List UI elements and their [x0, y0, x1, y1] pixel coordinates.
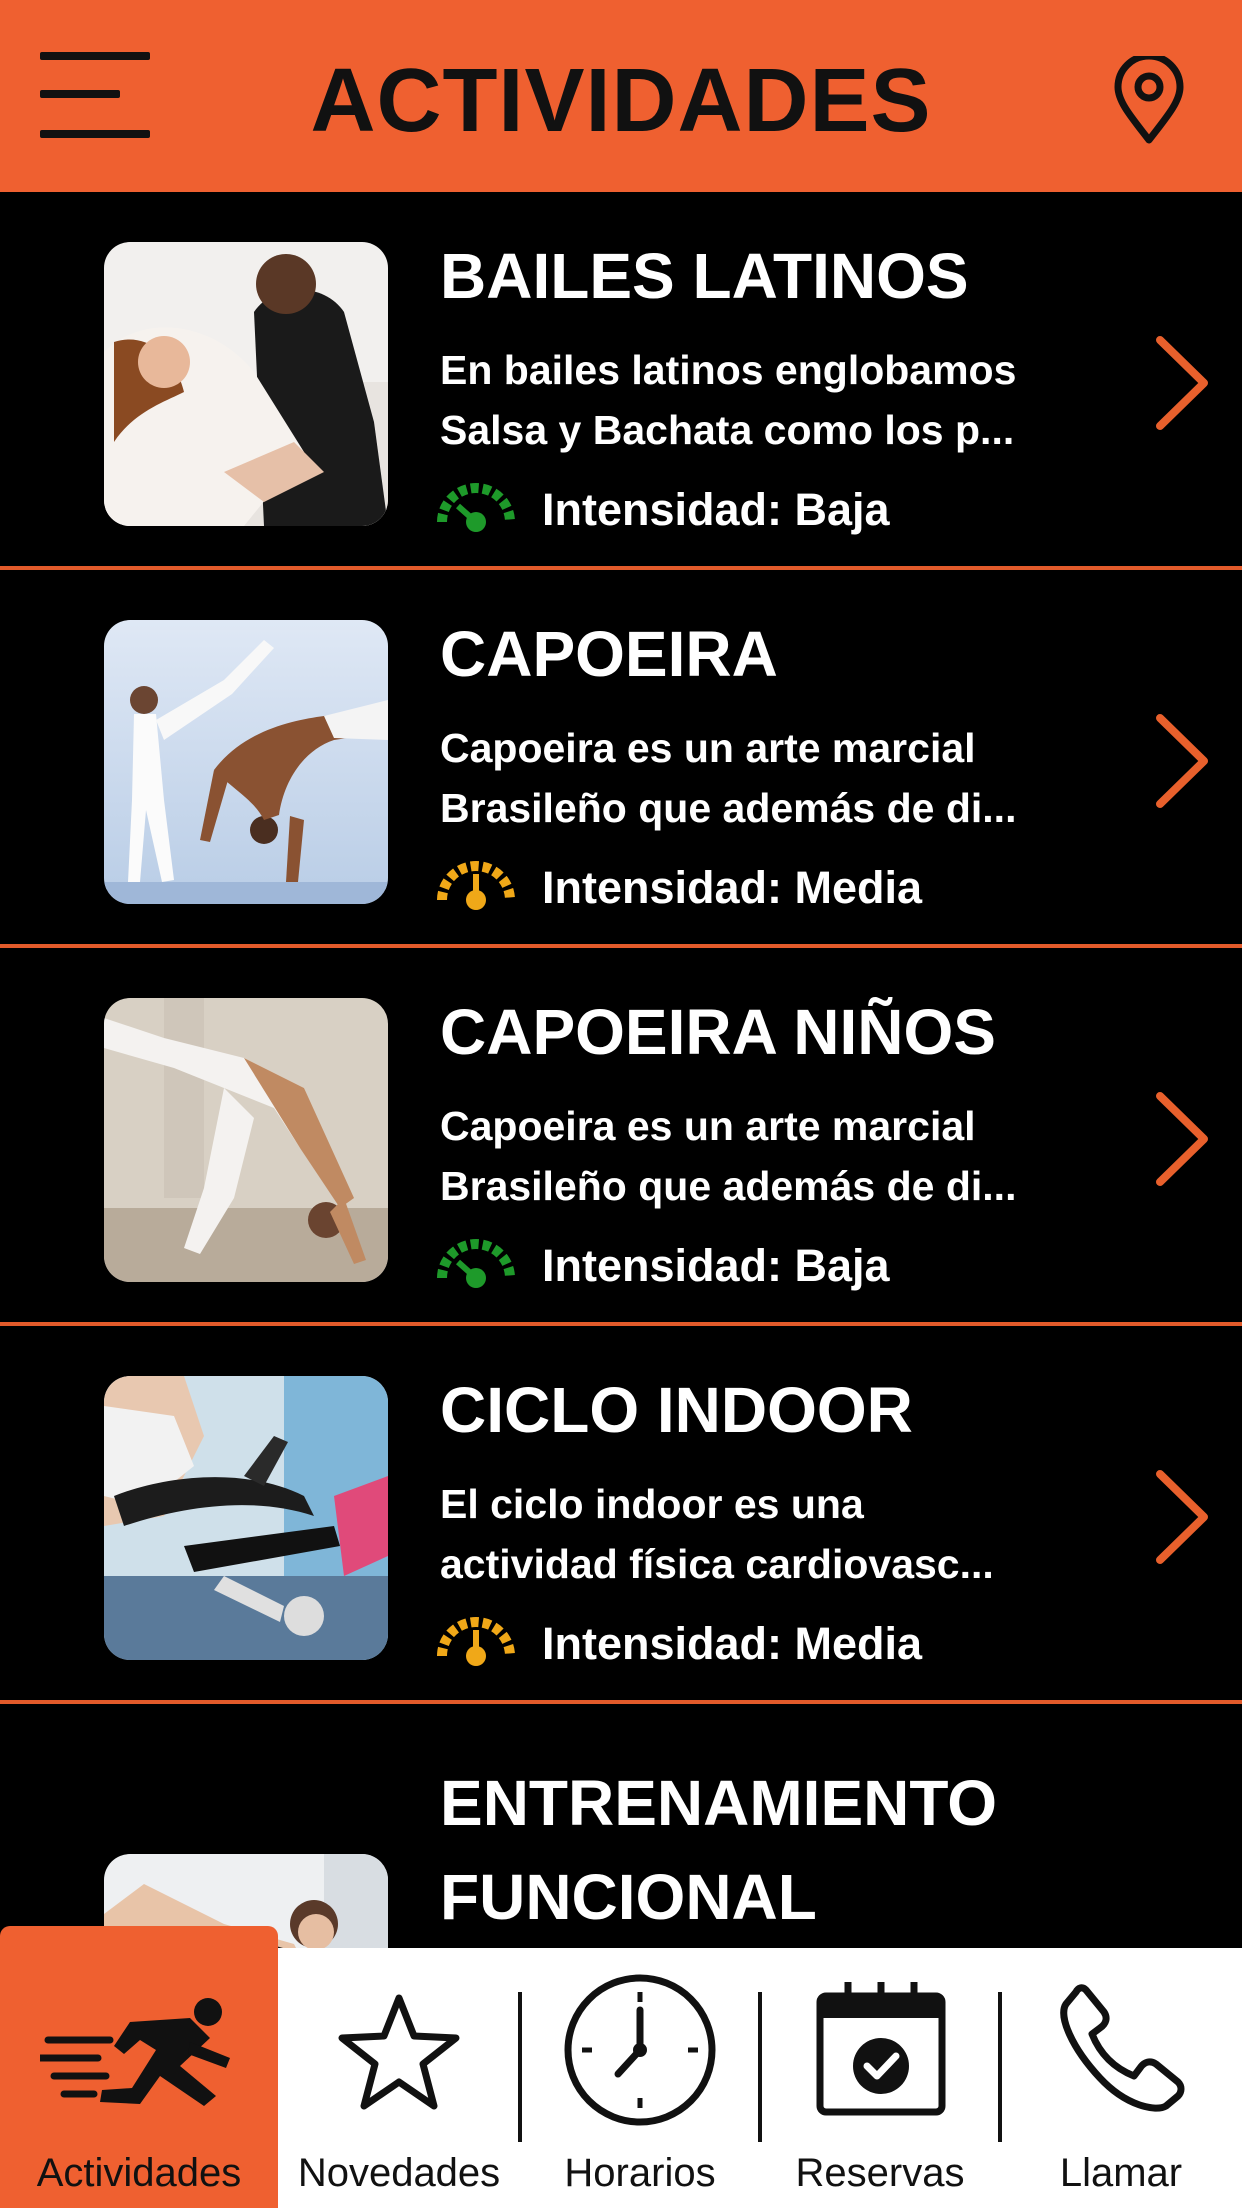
- tab-llamar[interactable]: Llamar: [1000, 1948, 1242, 2208]
- intensity-label: Intensidad: Baja: [542, 484, 890, 535]
- activity-thumbnail: [104, 1376, 388, 1660]
- activity-item-bailes-latinos[interactable]: BAILES LATINOS En bailes latinos engloba…: [0, 192, 1242, 570]
- intensity-gauge-icon: [436, 482, 516, 534]
- intensity-gauge-icon: [436, 1616, 516, 1668]
- description-line: Brasileño que además de di...: [440, 785, 1017, 831]
- chevron-right-icon[interactable]: [1152, 1468, 1212, 1566]
- activity-item-entrenamiento-funcional[interactable]: ENTRENAMIENTO FUNCIONAL: [0, 1704, 1242, 1948]
- intensity-gauge-icon: [436, 860, 516, 912]
- bottom-tab-bar: Actividades Novedades Horarios Reservas …: [0, 1926, 1242, 2208]
- description-line: Capoeira es un arte marcial: [440, 725, 976, 771]
- activity-thumbnail: [104, 620, 388, 904]
- tab-horarios[interactable]: Horarios: [520, 1948, 760, 2208]
- tab-label: Actividades: [36, 2151, 242, 2195]
- activity-title: ENTRENAMIENTO FUNCIONAL: [440, 1756, 1160, 1944]
- app-header: ACTIVIDADES: [0, 0, 1242, 192]
- activities-list: BAILES LATINOS En bailes latinos engloba…: [0, 192, 1242, 1948]
- activity-item-capoeira-ninos[interactable]: CAPOEIRA NIÑOS Capoeira es un arte marci…: [0, 948, 1242, 1326]
- activity-title: CICLO INDOOR: [440, 1374, 913, 1446]
- page-title: ACTIVIDADES: [310, 51, 932, 151]
- tab-label: Llamar: [1059, 2151, 1183, 2195]
- description-line: Brasileño que además de di...: [440, 1163, 1017, 1209]
- calendar-check-icon: [816, 1982, 946, 2116]
- activity-description: Capoeira es un arte marcial Brasileño qu…: [440, 1096, 1100, 1216]
- activity-title: CAPOEIRA: [440, 618, 778, 690]
- description-line: Salsa y Bachata como los p...: [440, 407, 1015, 453]
- tab-label: Novedades: [297, 2151, 501, 2195]
- clock-icon: [564, 1974, 716, 2126]
- chevron-right-icon[interactable]: [1152, 712, 1212, 810]
- activity-title: CAPOEIRA NIÑOS: [440, 996, 996, 1068]
- tab-label: Horarios: [564, 2151, 716, 2195]
- chevron-right-icon[interactable]: [1152, 1090, 1212, 1188]
- intensity-label: Intensidad: Baja: [542, 1240, 890, 1291]
- intensity-gauge-icon: [436, 1238, 516, 1290]
- activity-thumbnail: [104, 242, 388, 526]
- title-line: ENTRENAMIENTO: [440, 1767, 998, 1839]
- intensity-label: Intensidad: Media: [542, 862, 923, 913]
- description-line: En bailes latinos englobamos: [440, 347, 1017, 393]
- tab-label: Reservas: [795, 2151, 965, 2195]
- star-icon: [338, 1994, 460, 2110]
- description-line: El ciclo indoor es una: [440, 1481, 864, 1527]
- tab-reservas[interactable]: Reservas: [760, 1948, 1000, 2208]
- title-line: FUNCIONAL: [440, 1861, 817, 1933]
- location-pin-icon[interactable]: [1112, 52, 1186, 146]
- phone-icon: [1060, 1984, 1185, 2112]
- activity-description: En bailes latinos englobamos Salsa y Bac…: [440, 340, 1100, 460]
- description-line: actividad física cardiovasc...: [440, 1541, 994, 1587]
- tab-actividades[interactable]: Actividades: [0, 1926, 278, 2208]
- activity-item-capoeira[interactable]: CAPOEIRA Capoeira es un arte marcial Bra…: [0, 570, 1242, 948]
- activity-description: El ciclo indoor es una actividad física …: [440, 1474, 1100, 1594]
- activity-item-ciclo-indoor[interactable]: CICLO INDOOR El ciclo indoor es una acti…: [0, 1326, 1242, 1704]
- running-man-icon: [40, 1998, 230, 2106]
- activity-thumbnail: [104, 998, 388, 1282]
- intensity-label: Intensidad: Media: [542, 1618, 923, 1669]
- activity-description: Capoeira es un arte marcial Brasileño qu…: [440, 718, 1100, 838]
- activity-title: BAILES LATINOS: [440, 240, 969, 312]
- tab-novedades[interactable]: Novedades: [278, 1948, 520, 2208]
- description-line: Capoeira es un arte marcial: [440, 1103, 976, 1149]
- chevron-right-icon[interactable]: [1152, 334, 1212, 432]
